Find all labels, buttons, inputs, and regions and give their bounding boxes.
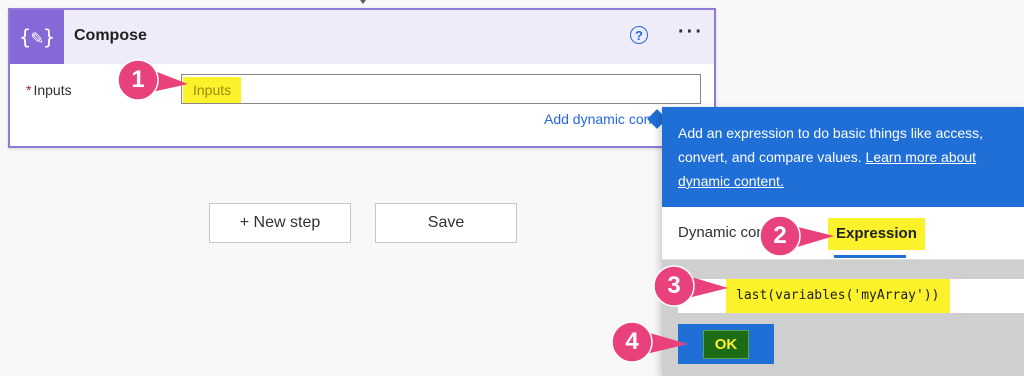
- more-options-icon[interactable]: ···: [678, 22, 704, 42]
- callout-4-number: 4: [625, 328, 639, 355]
- panel-info-banner: Add an expression to do basic things lik…: [662, 107, 1024, 207]
- callout-1-label-wrap: 1: [116, 58, 196, 102]
- save-button[interactable]: Save: [375, 203, 517, 243]
- new-step-button[interactable]: + New step: [209, 203, 351, 243]
- ok-button-label: OK: [702, 329, 750, 359]
- callout-2-label-wrap: 2: [758, 214, 838, 258]
- banner-line-1: Add an expression to do basic things lik…: [678, 125, 984, 141]
- inputs-field[interactable]: Inputs: [181, 74, 701, 104]
- compose-card-header[interactable]: {✎} Compose ? ···: [10, 10, 714, 64]
- ok-button[interactable]: OK: [678, 324, 774, 364]
- inputs-label: * Inputs: [26, 82, 72, 98]
- tab-expression[interactable]: Expression: [828, 218, 925, 250]
- banner-text: convert, and compare values.: [678, 149, 862, 165]
- flow-connector-arrow-icon: [360, 0, 366, 4]
- active-tab-indicator: [834, 255, 906, 258]
- banner-line-2: convert, and compare values. Learn more …: [678, 145, 1024, 169]
- callout-1-number: 1: [131, 66, 145, 93]
- compose-icon: {✎}: [10, 10, 64, 64]
- learn-more-link[interactable]: Learn more about: [866, 149, 977, 165]
- callout-4-label-wrap: 4: [610, 320, 690, 364]
- callout-3-number: 3: [667, 272, 681, 299]
- required-mark: *: [26, 82, 32, 98]
- compose-action-card[interactable]: {✎} Compose ? ··· * Inputs Inputs Add dyn…: [8, 8, 716, 148]
- expression-value: last(variables('myArray')): [726, 279, 950, 313]
- inputs-label-text: Inputs: [33, 82, 72, 98]
- help-icon[interactable]: ?: [630, 26, 648, 44]
- callout-2-number: 2: [773, 222, 787, 249]
- expression-panel: Add an expression to do basic things lik…: [662, 107, 1024, 376]
- card-title: Compose: [74, 27, 147, 44]
- dynamic-content-link[interactable]: dynamic content.: [678, 169, 1024, 193]
- add-dynamic-content-link[interactable]: Add dynamic content: [544, 111, 664, 127]
- callout-3-label-wrap: 3: [652, 264, 732, 308]
